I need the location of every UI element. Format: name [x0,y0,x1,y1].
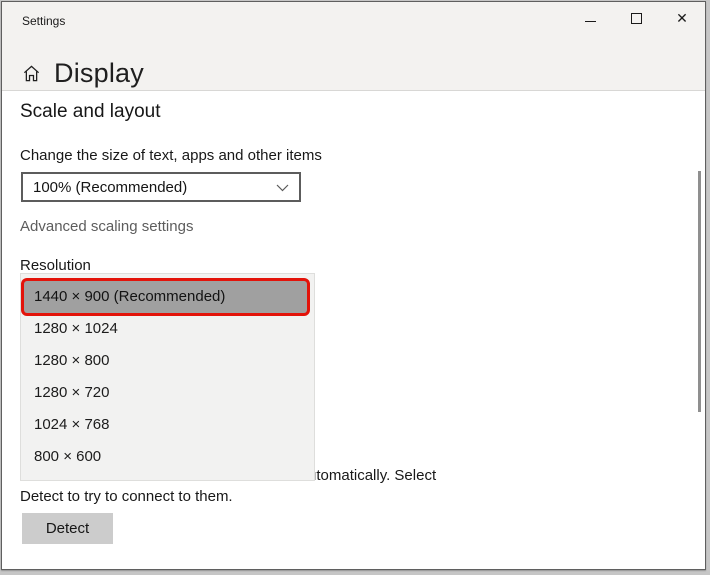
window-header: Settings ✕ Display [2,2,705,91]
resolution-option-800x600[interactable]: 800 × 600 [21,441,314,473]
advanced-scaling-settings-link[interactable]: Advanced scaling settings [20,218,193,235]
minimize-button[interactable] [567,2,613,34]
resolution-option-1440x900[interactable]: 1440 × 900 (Recommended) [24,281,307,313]
minimize-icon [584,20,596,22]
detect-paragraph-fragment: utomatically. Select [308,467,437,484]
close-button[interactable]: ✕ [659,2,705,34]
window-title: Settings [22,14,66,28]
maximize-button[interactable] [613,2,659,34]
resolution-option-1024x768[interactable]: 1024 × 768 [21,409,314,441]
resolution-label: Resolution [20,257,91,274]
close-icon: ✕ [676,10,688,26]
resolution-option-1280x720[interactable]: 1280 × 720 [21,377,314,409]
chevron-down-icon [276,179,289,196]
settings-window: Settings ✕ Display Scale and layout Chan… [1,1,706,570]
section-heading-scale-and-layout: Scale and layout [20,101,161,122]
page-title-row: Display [22,58,144,89]
detect-button[interactable]: Detect [22,513,113,544]
caption-buttons: ✕ [567,2,705,34]
home-icon[interactable] [22,64,41,83]
scale-dropdown[interactable]: 100% (Recommended) [21,172,301,202]
scale-dropdown-value: 100% (Recommended) [33,178,188,196]
vertical-scrollbar-thumb[interactable] [698,171,701,412]
resolution-dropdown-list: 1440 × 900 (Recommended) 1280 × 1024 128… [20,273,315,481]
resolution-option-1280x800[interactable]: 1280 × 800 [21,345,314,377]
resolution-option-1280x1024[interactable]: 1280 × 1024 [21,313,314,345]
maximize-icon [630,12,642,24]
scale-size-label: Change the size of text, apps and other … [20,147,322,164]
page-title: Display [54,58,144,88]
detect-paragraph-line2: Detect to try to connect to them. [20,488,233,505]
content-area: Scale and layout Change the size of text… [2,92,705,569]
